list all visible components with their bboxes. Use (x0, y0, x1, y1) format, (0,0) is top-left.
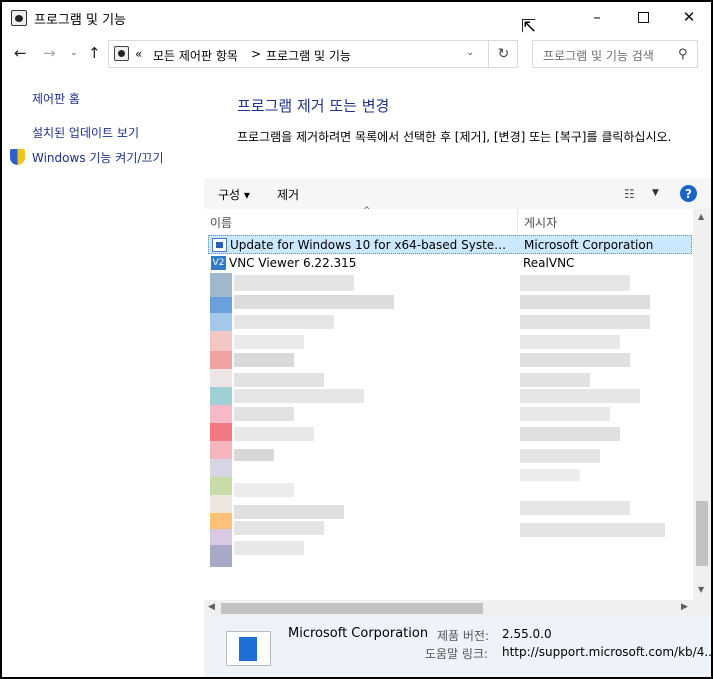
scroll-down-icon[interactable]: ▼ (698, 585, 704, 594)
program-icon (226, 631, 271, 666)
scroll-up-icon[interactable]: ▲ (698, 212, 704, 221)
title-bar: 프로그램 및 기능 ⇱ – ✕ (2, 2, 711, 36)
column-header-publisher[interactable]: 게시자 (524, 209, 694, 233)
view-details-icon[interactable]: ☷ (624, 187, 635, 201)
help-link-label: 도움말 링크: (425, 647, 489, 661)
recent-locations-dropdown[interactable]: ⌄ (70, 48, 78, 58)
windows-features-link[interactable]: Windows 기능 켜기/끄기 (32, 149, 163, 166)
shield-icon (10, 149, 25, 165)
refresh-button[interactable]: ↻ (488, 41, 518, 67)
maximize-button[interactable] (620, 2, 666, 32)
breadcrumb-programs-and-features[interactable]: 프로그램 및 기능 (266, 47, 351, 64)
address-bar[interactable]: « 모든 제어판 항목 > 프로그램 및 기능 ⌄ ↻ (108, 40, 518, 68)
search-input[interactable]: 프로그램 및 기능 검색 (543, 47, 654, 64)
window-title: 프로그램 및 기능 (34, 13, 126, 28)
breadcrumb-overflow[interactable]: « (135, 47, 142, 61)
up-button[interactable]: ↑ (88, 44, 101, 62)
search-box[interactable]: 프로그램 및 기능 검색 ⚲ (532, 40, 698, 68)
navigation-bar: ← → ⌄ ↑ « 모든 제어판 항목 > 프로그램 및 기능 ⌄ ↻ 프로그램… (2, 36, 711, 70)
column-divider[interactable] (517, 209, 518, 233)
forward-button[interactable]: → (43, 44, 56, 62)
control-panel-icon (11, 10, 27, 26)
table-row[interactable]: Update for Windows 10 for x64-based Syst… (208, 235, 692, 254)
scroll-left-icon[interactable]: ◀ (208, 602, 215, 612)
search-icon[interactable]: ⚲ (678, 47, 688, 62)
view-options-dropdown[interactable]: ▼ (652, 188, 659, 198)
minimize-button[interactable]: – (574, 2, 620, 32)
view-installed-updates-link[interactable]: 설치된 업데이트 보기 (32, 124, 139, 141)
command-toolbar: 구성 ▾ 제거 ☷ ▼ ? (204, 178, 711, 209)
table-row[interactable]: V2 VNC Viewer 6.22.315 RealVNC (208, 254, 692, 273)
organize-button[interactable]: 구성 ▾ (218, 186, 250, 203)
scrollbar-corner (693, 600, 711, 617)
product-version-value: 2.55.0.0 (502, 627, 552, 641)
product-version-label: 제품 버전: (437, 629, 490, 643)
vertical-scrollbar[interactable]: ▲ ▼ (693, 209, 711, 601)
column-header-name[interactable]: 이름 ^ (210, 206, 516, 233)
program-name: Update for Windows 10 for x64-based Syst… (230, 238, 514, 252)
control-panel-home-link[interactable]: 제어판 홈 (32, 90, 80, 107)
sort-ascending-icon: ^ (363, 206, 371, 216)
breadcrumb-separator: > (251, 47, 262, 61)
mouse-cursor-icon: ⇱ (521, 16, 537, 37)
programs-and-features-window: 프로그램 및 기능 ⇱ – ✕ ← → ⌄ ↑ « 모든 제어판 항목 > 프로… (2, 2, 711, 677)
page-description: 프로그램을 제거하려면 목록에서 선택한 후 [제거], [변경] 또는 [복구… (237, 130, 672, 144)
back-button[interactable]: ← (14, 44, 27, 62)
scroll-right-icon[interactable]: ▶ (681, 602, 688, 612)
close-button[interactable]: ✕ (666, 2, 711, 32)
uninstall-button[interactable]: 제거 (277, 186, 299, 203)
details-publisher: Microsoft Corporation (288, 626, 429, 641)
update-icon (212, 238, 227, 252)
details-pane: Microsoft Corporation 제품 버전: 2.55.0.0 도움… (204, 617, 711, 677)
help-link-value[interactable]: http://support.microsoft.com/kb/4... (502, 645, 711, 659)
program-name: VNC Viewer 6.22.315 (229, 256, 357, 270)
column-name-label: 이름 (210, 216, 233, 230)
vertical-scroll-thumb[interactable] (696, 501, 708, 566)
program-publisher: Microsoft Corporation (524, 238, 654, 252)
horizontal-scrollbar[interactable]: ◀ ▶ (204, 600, 693, 617)
breadcrumb-all-control-panel-items[interactable]: 모든 제어판 항목 (153, 47, 238, 64)
horizontal-scroll-thumb[interactable] (221, 603, 483, 614)
maximize-icon (637, 11, 649, 23)
program-publisher: RealVNC (523, 256, 575, 270)
help-icon[interactable]: ? (680, 185, 697, 202)
vnc-icon: V2 (211, 256, 226, 270)
page-title: 프로그램 제거 또는 변경 (237, 97, 390, 115)
control-panel-icon (114, 46, 129, 61)
address-dropdown-icon[interactable]: ⌄ (466, 47, 474, 58)
program-list[interactable]: 이름 ^ 게시자 Update for Windows 10 for x64-b… (204, 206, 711, 601)
